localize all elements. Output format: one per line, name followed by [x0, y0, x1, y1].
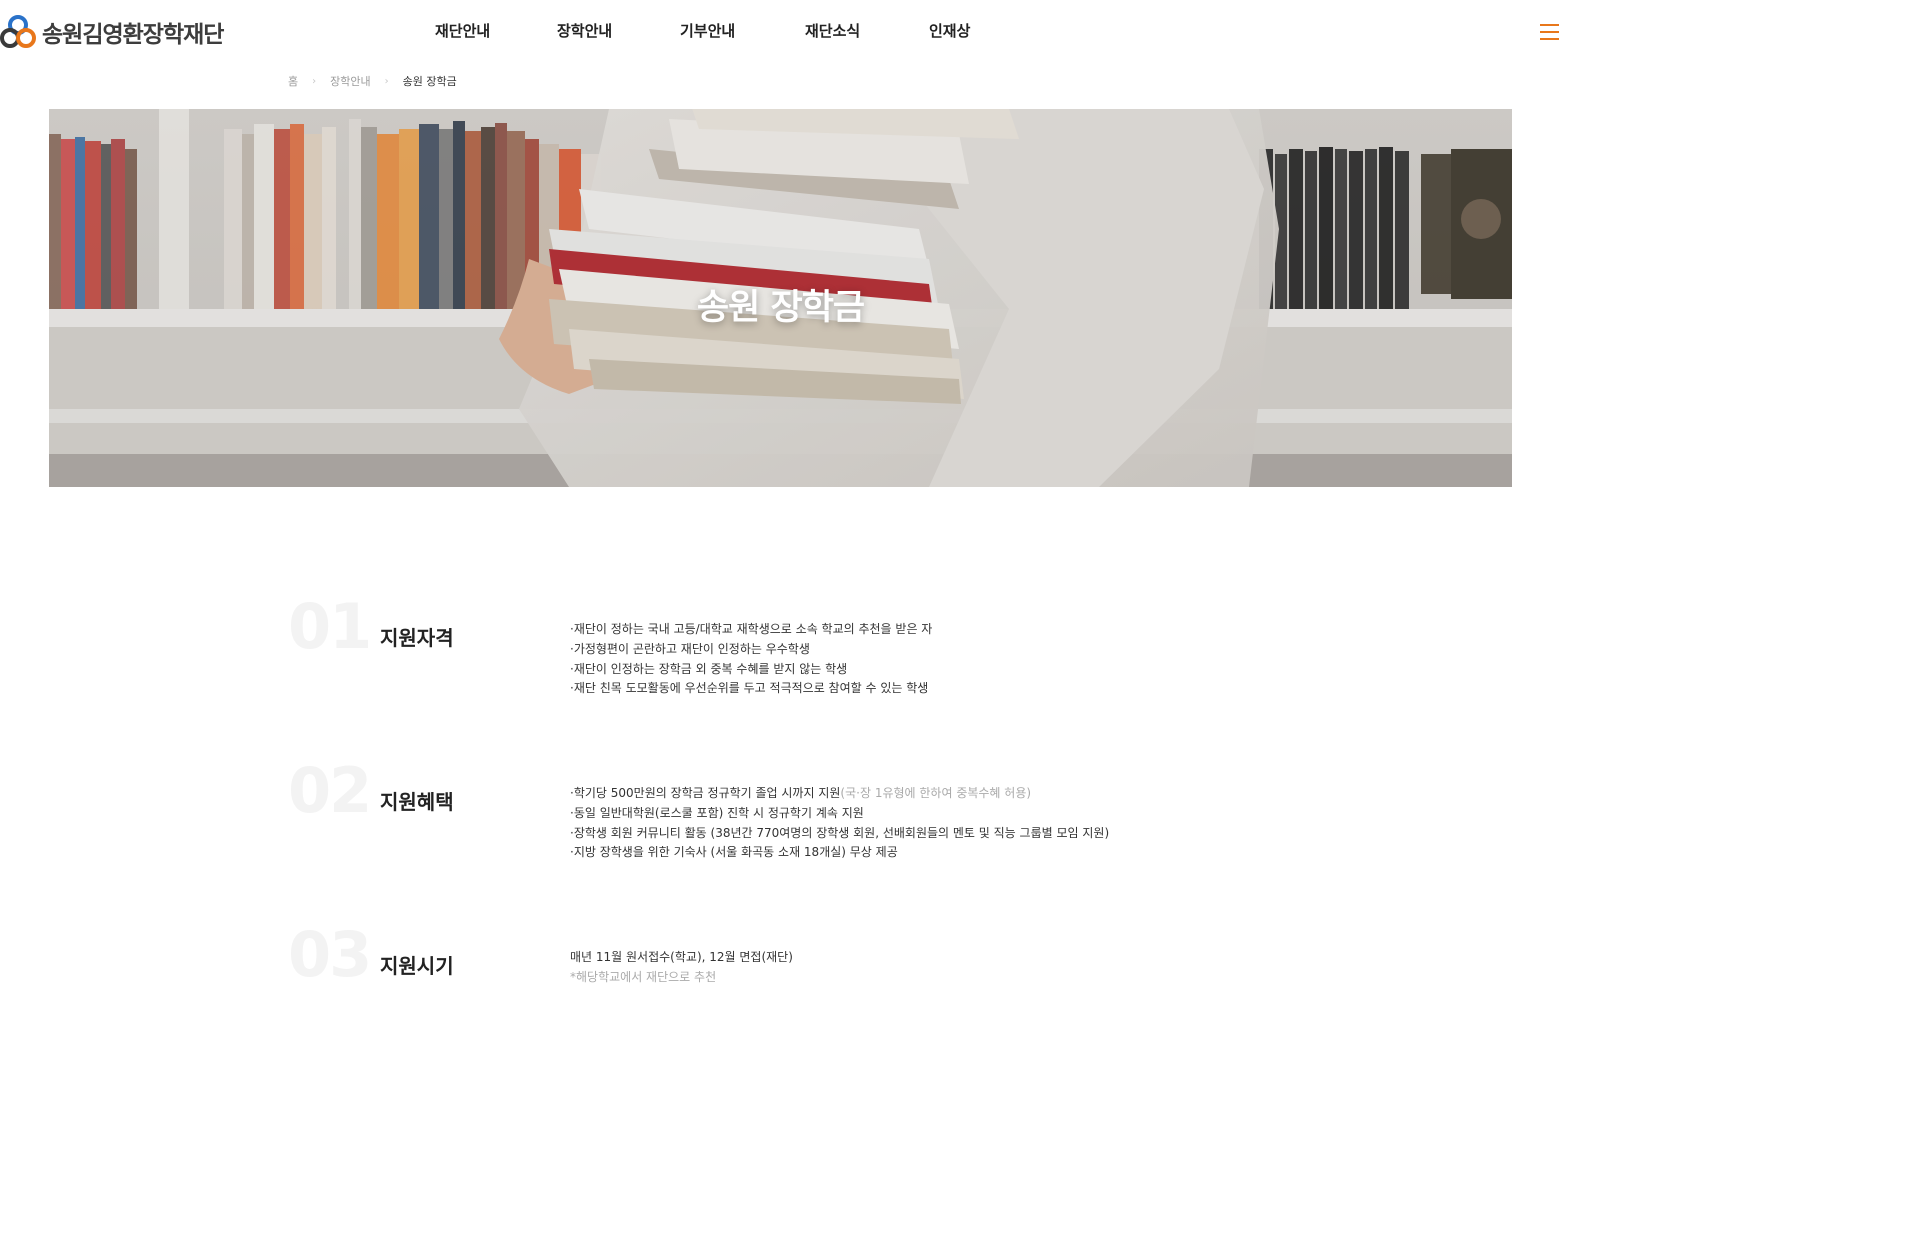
list-item: ·학기당 500만원의 장학금 정규학기 졸업 시까지 지원(국·장 1유형에 … [570, 784, 1109, 804]
list-item: ·가정형편이 곤란하고 재단이 인정하는 우수학생 [570, 641, 810, 656]
list-item: ·동일 일반대학원(로스쿨 포함) 진학 시 정규학기 계속 지원 [570, 805, 864, 820]
section-title: 지원자격 [380, 626, 454, 650]
hero-banner: 송원 장학금 [49, 109, 1512, 487]
list-item: ·재단 친목 도모활동에 우선순위를 두고 적극적으로 참여할 수 있는 학생 [570, 681, 929, 696]
nav-item-news[interactable]: 재단소식 [805, 20, 860, 41]
list-item: ·재단이 정하는 국내 고등/대학교 재학생으로 소속 학교의 추천을 받은 자 [570, 622, 933, 636]
nav-item-donation[interactable]: 기부안내 [680, 20, 735, 41]
breadcrumb-parent[interactable]: 장학안내 [330, 73, 370, 89]
section-number: 03 [288, 918, 372, 991]
chevron-right-icon: › [384, 75, 389, 87]
section-benefits: 02 지원혜택 ·학기당 500만원의 장학금 정규학기 졸업 시까지 지원(국… [288, 760, 1188, 870]
section-number: 02 [288, 754, 372, 827]
site-header: 송원김영환장학재단 재단안내 장학안내 기부안내 재단소식 인재상 [0, 0, 1568, 64]
nav-item-scholarship[interactable]: 장학안내 [557, 20, 612, 41]
list-item-note: *해당학교에서 재단으로 추천 [570, 969, 717, 984]
hero-title: 송원 장학금 [696, 288, 865, 328]
breadcrumb-current: 송원 장학금 [402, 75, 457, 88]
list-item: ·재단이 인정하는 장학금 외 중복 수혜를 받지 않는 학생 [570, 661, 848, 676]
section-number: 01 [288, 590, 372, 663]
nav-item-talent[interactable]: 인재상 [929, 20, 970, 41]
list-item: 매년 11월 원서접수(학교), 12월 면접(재단) [570, 950, 793, 964]
logo[interactable]: 송원김영환장학재단 [0, 14, 224, 50]
section-title: 지원혜택 [380, 790, 454, 814]
section-eligibility: 01 지원자격 ·재단이 정하는 국내 고등/대학교 재학생으로 소속 학교의 … [288, 596, 1188, 706]
nav-item-foundation[interactable]: 재단안내 [435, 20, 490, 41]
chevron-right-icon: › [312, 75, 317, 87]
logo-text: 송원김영환장학재단 [42, 22, 224, 48]
section-title: 지원시기 [380, 954, 454, 978]
logo-mark-icon [0, 15, 36, 48]
breadcrumb: 홈 › 장학안내 › 송원 장학금 [288, 73, 457, 89]
hamburger-menu-icon[interactable] [1540, 22, 1560, 42]
section-list: 매년 11월 원서접수(학교), 12월 면접(재단) *해당학교에서 재단으로… [570, 948, 793, 988]
list-item: ·지방 장학생을 위한 기숙사 (서울 화곡동 소재 18개실) 무상 제공 [570, 845, 898, 860]
section-schedule: 03 지원시기 매년 11월 원서접수(학교), 12월 면접(재단) *해당학… [288, 924, 1188, 1004]
list-item: ·장학생 회원 커뮤니티 활동 (38년간 770여명의 장학생 회원, 선배회… [570, 825, 1110, 840]
section-list: ·재단이 정하는 국내 고등/대학교 재학생으로 소속 학교의 추천을 받은 자… [570, 620, 932, 699]
breadcrumb-home[interactable]: 홈 [288, 73, 298, 89]
list-item-note: (국·장 1유형에 한하여 중복수혜 허용) [840, 786, 1032, 800]
section-list: ·학기당 500만원의 장학금 정규학기 졸업 시까지 지원(국·장 1유형에 … [570, 784, 1109, 863]
list-item-text: ·학기당 500만원의 장학금 정규학기 졸업 시까지 지원 [570, 786, 841, 800]
